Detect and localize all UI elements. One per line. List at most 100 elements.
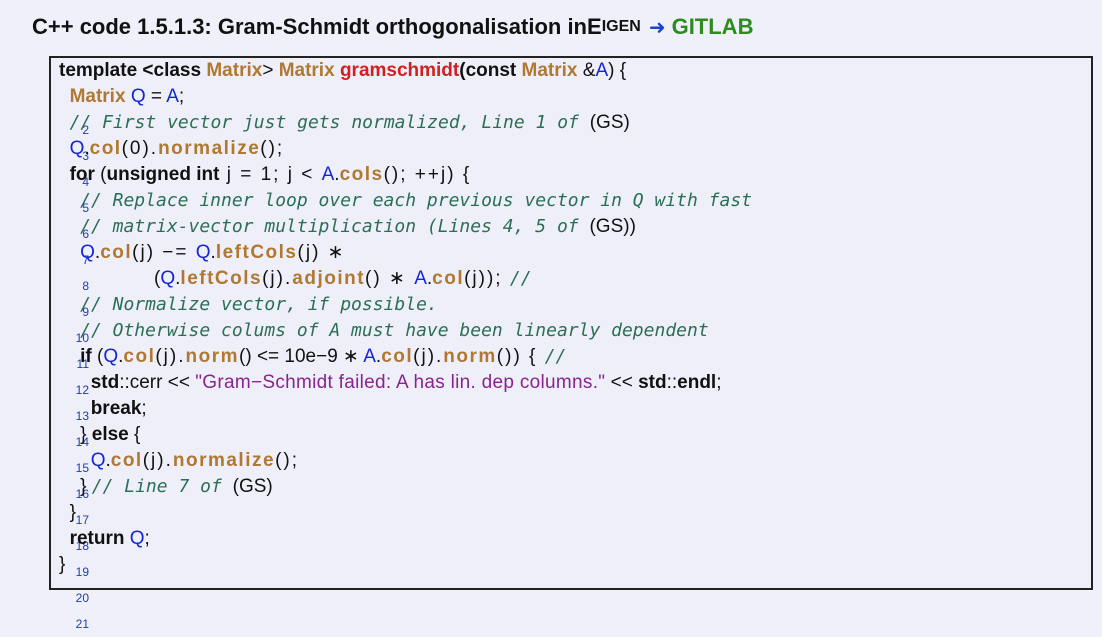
code-token: std bbox=[90, 372, 120, 393]
code-comment: // matrix-vector multiplication (Lines 4… bbox=[80, 216, 590, 237]
code-token: A bbox=[414, 268, 427, 289]
code-token: gramschmidt bbox=[339, 60, 460, 81]
code-token: col bbox=[89, 138, 122, 159]
code-line: // Replace inner loop over each previous… bbox=[59, 188, 1102, 214]
code-token: break bbox=[90, 398, 142, 419]
code-token: } bbox=[69, 502, 76, 523]
code-token: () <= 10e−9 ∗ bbox=[239, 346, 364, 367]
code-token: col bbox=[110, 450, 143, 471]
code-token: col bbox=[381, 346, 414, 367]
code-token: (); ++j) { bbox=[383, 164, 472, 185]
code-token: col bbox=[432, 268, 465, 289]
code-token: ; bbox=[144, 528, 150, 549]
code-line: if (Q.col(j).norm() <= 10e−9 ∗ A.col(j).… bbox=[59, 344, 1102, 370]
code-token: } bbox=[80, 424, 92, 445]
code-token: ::cerr << bbox=[119, 372, 196, 393]
code-line: Q.col(0).normalize(); bbox=[59, 136, 1102, 162]
code-comment: // Otherwise colums of A must have been … bbox=[80, 320, 709, 341]
code-token: else bbox=[91, 424, 129, 445]
code-token: j = 1; j < bbox=[219, 164, 322, 185]
code-token: Q bbox=[160, 268, 176, 289]
code-comment: // First vector just gets normalized, Li… bbox=[69, 112, 590, 133]
line-number: 20 bbox=[75, 591, 89, 605]
code-token: normalize bbox=[158, 138, 261, 159]
code-token: Q bbox=[130, 86, 146, 107]
code-line: std::cerr << "Gram−Schmidt failed: A has… bbox=[59, 370, 1102, 396]
code-line: Q.col(j).normalize(); bbox=[59, 448, 1102, 474]
code-line: return Q; bbox=[59, 526, 1102, 552]
code-token: << bbox=[605, 372, 639, 393]
caption-prefix: C++ code 1.5.1.3: Gram-Schmidt orthogona… bbox=[32, 14, 587, 39]
code-body: template <class Matrix> Matrix gramschmi… bbox=[59, 58, 1102, 578]
code-line: } else { bbox=[59, 422, 1102, 448]
code-token: endl bbox=[677, 372, 717, 393]
code-line: // First vector just gets normalized, Li… bbox=[59, 110, 1102, 136]
code-token: template <class bbox=[59, 60, 207, 81]
code-token: std bbox=[638, 372, 667, 393]
code-token: (j). bbox=[142, 450, 173, 471]
code-token: & bbox=[577, 60, 596, 81]
code-comment: // bbox=[509, 268, 532, 289]
code-token: Q bbox=[90, 450, 106, 471]
code-token: if bbox=[80, 346, 92, 367]
code-token: = bbox=[145, 86, 167, 107]
code-token: col bbox=[100, 242, 133, 263]
code-token: Matrix bbox=[521, 60, 578, 81]
code-token: Q bbox=[69, 138, 85, 159]
code-token: (j)); bbox=[464, 268, 510, 289]
code-token: ()) { bbox=[496, 346, 545, 367]
code-token: Q bbox=[129, 528, 145, 549]
code-token: (GS) bbox=[589, 112, 630, 133]
code-comment: // Replace inner loop over each previous… bbox=[80, 190, 753, 211]
code-token: normalize bbox=[172, 450, 276, 471]
caption-eigen-rest: IGEN bbox=[601, 18, 641, 35]
code-token: (); bbox=[260, 138, 285, 159]
code-token: Matrix bbox=[278, 60, 335, 81]
code-token: Q bbox=[195, 242, 211, 263]
code-token: Q bbox=[103, 346, 119, 367]
code-token: col bbox=[123, 346, 156, 367]
code-token: ( bbox=[94, 164, 107, 185]
code-token: A bbox=[321, 164, 335, 185]
code-token: Q bbox=[80, 242, 95, 263]
code-token: :: bbox=[666, 372, 678, 393]
gitlab-link[interactable]: GITLAB bbox=[672, 14, 754, 40]
code-token: A bbox=[595, 60, 609, 81]
code-comment: // Normalize vector, if possible. bbox=[80, 294, 438, 315]
code-token: (j). bbox=[155, 346, 186, 367]
code-token: (0). bbox=[121, 138, 159, 159]
code-line: for (unsigned int j = 1; j < A.cols(); +… bbox=[59, 162, 1102, 188]
code-line: } // Line 7 of (GS) bbox=[59, 474, 1102, 500]
code-token: (const bbox=[459, 60, 522, 81]
link-arrow-icon: ➜ bbox=[648, 16, 666, 39]
line-number: 21 bbox=[75, 617, 89, 631]
code-token: ; bbox=[178, 86, 185, 107]
code-line: // matrix-vector multiplication (Lines 4… bbox=[59, 214, 1102, 240]
code-token: ) { bbox=[608, 60, 627, 81]
code-token: leftCols bbox=[215, 242, 298, 263]
code-token: (j) ∗ bbox=[297, 242, 346, 263]
code-line: // Otherwise colums of A must have been … bbox=[59, 318, 1102, 344]
code-token: cols bbox=[339, 164, 384, 185]
code-token: leftCols bbox=[180, 268, 263, 289]
code-token: adjoint bbox=[292, 268, 366, 289]
code-token: Matrix bbox=[206, 60, 263, 81]
caption-eigen-first: E bbox=[587, 14, 602, 39]
code-token: (j) −= bbox=[132, 242, 196, 263]
code-token: ; bbox=[141, 398, 147, 419]
code-token: ; bbox=[716, 372, 722, 393]
code-line: Matrix Q = A; bbox=[59, 84, 1102, 110]
code-line: Q.col(j) −= Q.leftCols(j) ∗ bbox=[59, 240, 1102, 266]
code-token: norm bbox=[443, 346, 497, 367]
code-token: } bbox=[59, 554, 66, 575]
code-string: "Gram−Schmidt failed: A has lin. dep col… bbox=[195, 372, 606, 393]
code-token: A bbox=[363, 346, 376, 367]
code-token: unsigned int bbox=[106, 164, 220, 185]
code-line: } bbox=[59, 552, 1102, 578]
code-token: A bbox=[166, 86, 179, 107]
code-comment: // Line 7 of bbox=[91, 476, 233, 497]
code-token: (GS) bbox=[232, 476, 273, 497]
code-token: (); bbox=[275, 450, 299, 471]
code-token: (j). bbox=[413, 346, 444, 367]
code-line: (Q.leftCols(j).adjoint() ∗ A.col(j)); // bbox=[59, 266, 1102, 292]
